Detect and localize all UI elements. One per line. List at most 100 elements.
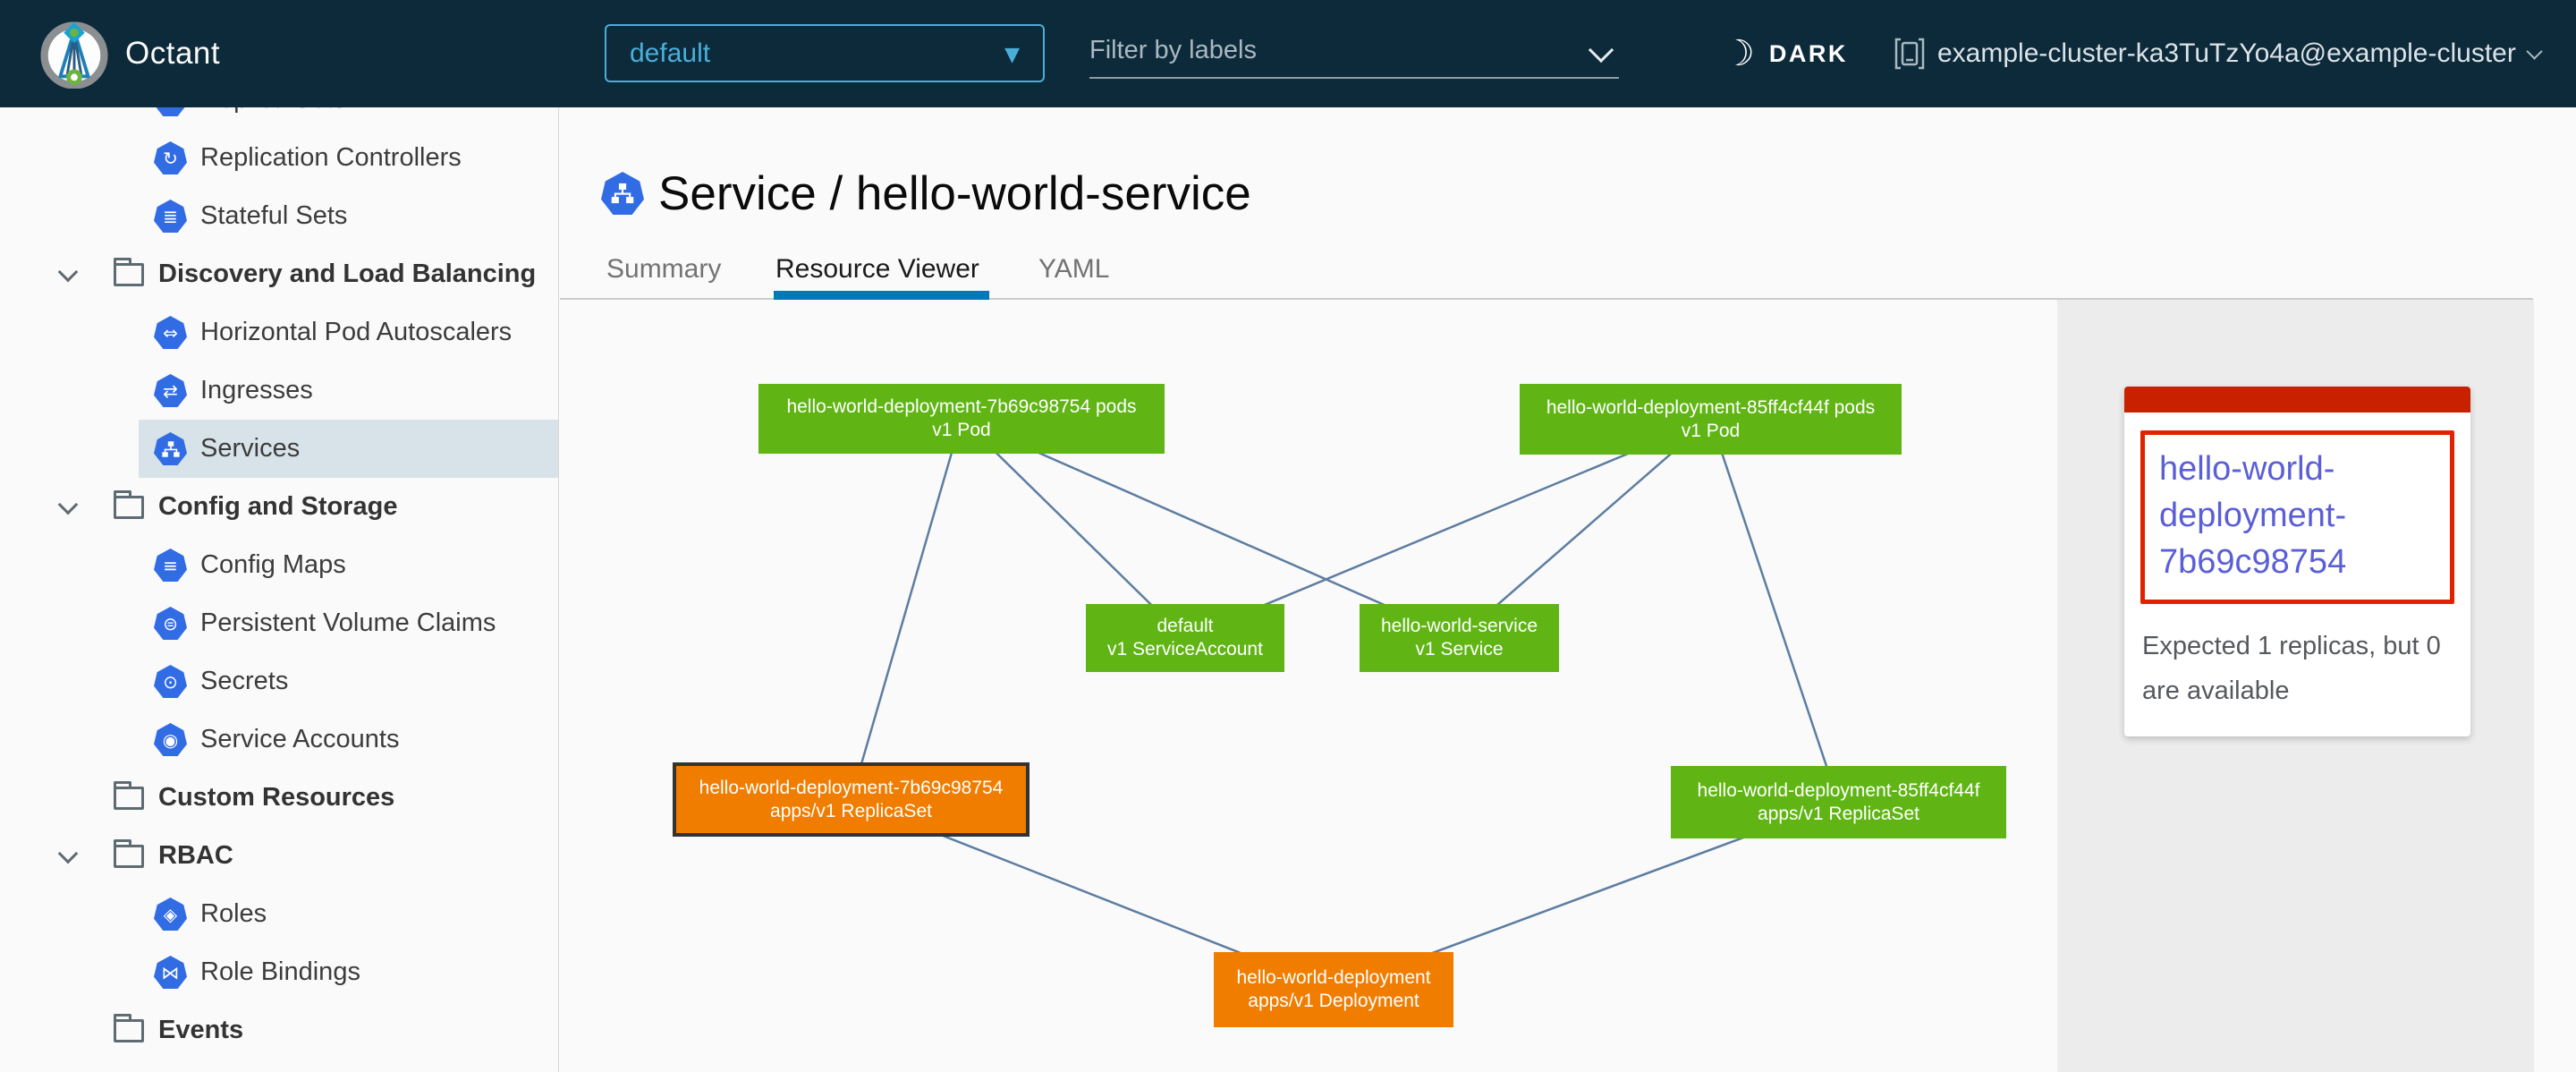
tab-yaml[interactable]: YAML	[1038, 254, 1109, 285]
detail-panel: hello-world-deployment-7b69c98754 Expect…	[2057, 300, 2534, 1072]
sidebar-item-label: Stateful Sets	[200, 201, 347, 231]
detail-resource-link[interactable]: hello-world-deployment-7b69c98754	[2159, 446, 2436, 585]
sidebar-item-role-bindings[interactable]: ⋈Role Bindings	[0, 943, 558, 1001]
node-kind: v1 Pod	[1682, 420, 1740, 443]
chevron-down-icon[interactable]	[58, 261, 79, 282]
node-name: hello-world-deployment-7b69c98754 pods	[786, 396, 1136, 419]
chevron-down-icon[interactable]	[58, 494, 79, 515]
sidebar-item-service-accounts[interactable]: ◉ Service Accounts	[0, 710, 558, 769]
cluster-chevron-down-icon	[2526, 43, 2542, 59]
detail-card-body: hello-world-deployment-7b69c98754 Expect…	[2124, 413, 2470, 736]
sidebar-item-label: Secrets	[200, 667, 288, 696]
sidebar-item-secrets[interactable]: ⊙ Secrets	[0, 652, 558, 710]
sidebar-nav: ⊞Replica Sets↻Replication Controllers ≣ St…	[0, 107, 559, 1072]
graph-edge-pod-7b69-rs-7b69	[852, 419, 962, 800]
node-name: hello-world-deployment-7b69c98754	[699, 777, 1004, 800]
sidebar-item-replication-controllers[interactable]: ↻Replication Controllers	[0, 129, 558, 187]
sidebar-item-label: Roles	[200, 899, 267, 929]
node-kind: v1 Pod	[932, 419, 990, 442]
node-name: hello-world-deployment-85ff4cf44f pods	[1546, 396, 1875, 420]
chevron-down-icon[interactable]	[58, 843, 79, 864]
stateful-sets-icon: ≣	[154, 200, 187, 233]
node-name: hello-world-service	[1381, 615, 1538, 638]
node-kind: v1 ServiceAccount	[1107, 638, 1263, 661]
sidebar-item-rbac[interactable]: RBAC	[0, 827, 558, 885]
sidebar-item-config-and-storage[interactable]: Config and Storage	[0, 478, 558, 536]
sidebar-item-services[interactable]: Services	[0, 420, 558, 478]
folder-icon	[114, 787, 144, 810]
roles-icon: ◈	[154, 898, 187, 931]
sidebar-item-horizontal-pod-autoscalers[interactable]: ⇔ Horizontal Pod Autoscalers	[0, 303, 558, 362]
services-icon	[154, 432, 187, 465]
page-title: Service / hello-world-service	[658, 166, 1251, 221]
node-name: hello-world-deployment	[1236, 966, 1430, 990]
persistent-volume-claims-icon: ⊜	[154, 607, 187, 640]
detail-title-box: hello-world-deployment-7b69c98754	[2140, 430, 2454, 604]
sidebar-item-replica-sets[interactable]: ⊞Replica Sets	[0, 107, 558, 129]
sidebar-item-label: Replication Controllers	[200, 143, 462, 173]
namespace-dropdown[interactable]: default ▼	[605, 24, 1045, 82]
graph-node-svc-hello[interactable]: hello-world-servicev1 Service	[1360, 604, 1559, 672]
filter-chevron-down-icon[interactable]	[1589, 38, 1614, 63]
sidebar-item-ingresses[interactable]: ⇄ Ingresses	[0, 362, 558, 420]
node-kind: apps/v1 Deployment	[1248, 990, 1419, 1013]
graph-node-rs-7b69[interactable]: hello-world-deployment-7b69c98754apps/v1…	[673, 762, 1030, 837]
service-accounts-icon: ◉	[154, 723, 187, 756]
app-header: Octant default ▼ ☾ DARK example-cluster-…	[0, 0, 2576, 107]
sidebar-item-label: Role Bindings	[200, 957, 360, 987]
tab-resource-viewer[interactable]: Resource Viewer	[775, 254, 979, 285]
secrets-icon: ⊙	[154, 665, 187, 698]
moon-icon: ☾	[1723, 36, 1755, 72]
cluster-context-selector[interactable]: example-cluster-ka3TuTzYo4a@example-clus…	[1894, 0, 2540, 107]
sidebar-item-persistent-volume-claims[interactable]: ⊜ Persistent Volume Claims	[0, 594, 558, 652]
octant-logo-icon	[39, 19, 109, 89]
theme-toggle-label: DARK	[1769, 40, 1848, 68]
folder-icon	[114, 1019, 144, 1042]
node-name: default	[1157, 615, 1213, 638]
graph-edge-pod-85ff-rs-85ff	[1711, 420, 1839, 803]
sidebar-group-label: Discovery and Load Balancing	[158, 259, 536, 289]
sidebar-item-stateful-sets[interactable]: ≣ Stateful Sets	[0, 187, 558, 245]
node-name: hello-world-deployment-85ff4cf44f	[1698, 779, 1980, 803]
cluster-context-label: example-cluster-ka3TuTzYo4a@example-clus…	[1937, 38, 2516, 69]
ingresses-icon: ⇄	[154, 374, 187, 407]
config-maps-icon: ≡	[154, 549, 187, 582]
sidebar-item-label: Horizontal Pod Autoscalers	[200, 318, 512, 347]
horizontal-pod-autoscalers-icon: ⇔	[154, 316, 187, 349]
label-filter-input[interactable]	[1089, 25, 1572, 75]
graph-node-rs-85ff[interactable]: hello-world-deployment-85ff4cf44fapps/v1…	[1671, 766, 2006, 838]
sidebar-item-discovery-and-load-balancing[interactable]: Discovery and Load Balancing	[0, 245, 558, 303]
graph-node-pod-85ff[interactable]: hello-world-deployment-85ff4cf44f podsv1…	[1520, 384, 1902, 455]
graph-node-sa-default[interactable]: defaultv1 ServiceAccount	[1086, 604, 1284, 672]
detail-card: hello-world-deployment-7b69c98754 Expect…	[2124, 387, 2470, 736]
sidebar-group-label: Config and Storage	[158, 492, 397, 522]
graph-node-pod-7b69[interactable]: hello-world-deployment-7b69c98754 podsv1…	[758, 384, 1165, 454]
sidebar-item-label: Replica Sets	[200, 107, 346, 115]
sidebar-item-events[interactable]: Events	[0, 1001, 558, 1059]
sidebar-item-label: Service Accounts	[200, 725, 399, 754]
app-title: Octant	[125, 0, 220, 107]
sidebar-item-label: Services	[200, 434, 300, 464]
sidebar-item-custom-resources[interactable]: Custom Resources	[0, 769, 558, 827]
sidebar-item-label: Ingresses	[200, 376, 313, 405]
node-kind: apps/v1 ReplicaSet	[1758, 803, 1919, 826]
sidebar-item-config-maps[interactable]: ≡ Config Maps	[0, 536, 558, 594]
sidebar-group-label: RBAC	[158, 841, 233, 871]
graph-node-dep-hello[interactable]: hello-world-deploymentapps/v1 Deployment	[1214, 952, 1453, 1027]
octant-app: Octant default ▼ ☾ DARK example-cluster-…	[0, 0, 2576, 1072]
active-tab-underline	[774, 291, 989, 300]
sidebar-item-label: Config Maps	[200, 550, 346, 580]
dark-theme-toggle[interactable]: ☾ DARK	[1723, 0, 1848, 107]
folder-icon	[114, 263, 144, 286]
sidebar-item-label: Persistent Volume Claims	[200, 608, 496, 638]
dropdown-caret-icon: ▼	[1004, 44, 1020, 66]
label-filter	[1089, 25, 1619, 79]
cluster-icon	[1894, 37, 1925, 71]
sidebar-item-roles[interactable]: ◈ Roles	[0, 885, 558, 943]
sidebar-nav-list: ⊞Replica Sets↻Replication Controllers ≣ St…	[0, 107, 558, 1059]
status-bar-error	[2124, 387, 2470, 413]
tab-summary[interactable]: Summary	[606, 254, 721, 285]
folder-icon	[114, 845, 144, 868]
detail-status-message: Expected 1 replicas, but 0 are available	[2140, 624, 2454, 713]
namespace-dropdown-value: default	[630, 38, 710, 69]
